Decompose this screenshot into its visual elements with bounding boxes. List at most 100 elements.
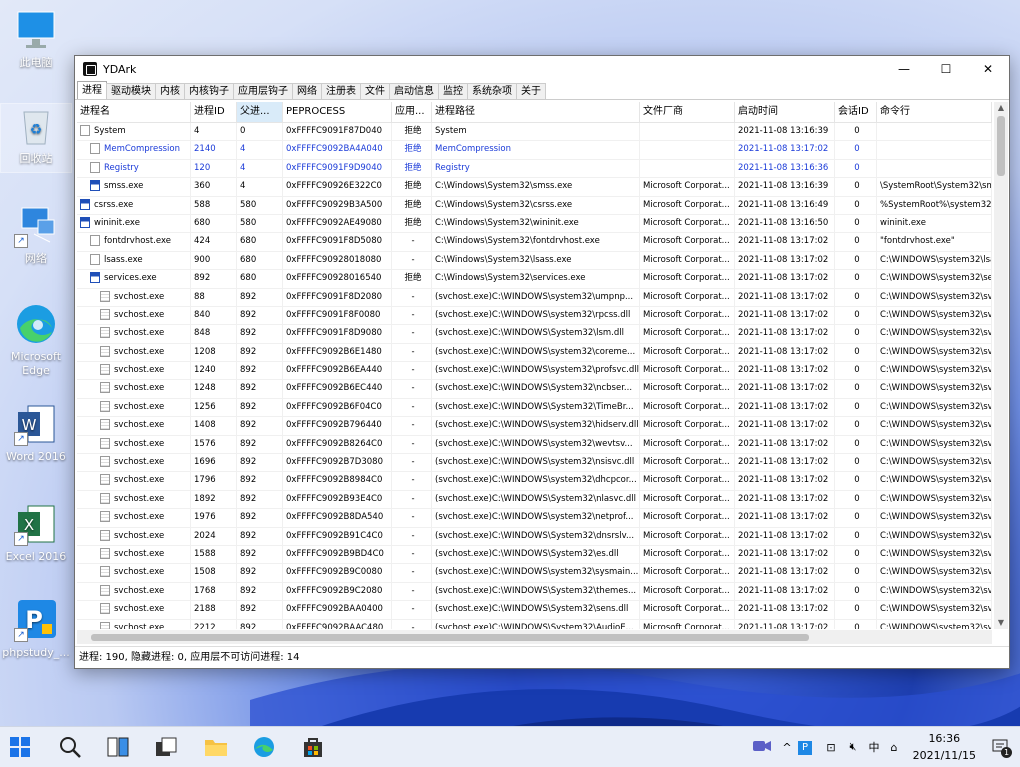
start-button[interactable] — [6, 733, 34, 761]
column-header-4[interactable]: 应用... — [392, 102, 432, 122]
column-header-8[interactable]: 会话ID — [835, 102, 877, 122]
table-row[interactable]: System 4 0 0xFFFFC9091F87D040 拒绝 System 2021-1… — [77, 123, 992, 142]
table-row[interactable]: smss.exe 360 4 0xFFFFC90926E322C0 拒绝 C:\Windo… — [77, 178, 992, 197]
table-row[interactable]: svchost.exe 1892 892 0xFFFFC9092B93E4C0- (sv… — [77, 490, 992, 510]
cell-path: (svchost.exe)C:\WINDOWS\system32\umpnp..… — [432, 288, 640, 306]
table-row[interactable]: lsass.exe 900 680 0xFFFFC90928018080- C:\Win… — [77, 251, 992, 271]
title-bar[interactable]: YDArk — ☐ ✕ — [75, 56, 1009, 82]
process-name: Registry — [104, 162, 139, 173]
column-header-9[interactable]: 命令行 — [877, 102, 992, 122]
network-tray-icon[interactable]: ⊡ — [820, 741, 842, 754]
table-row[interactable]: MemCompression 2140 4 0xFFFFC9092BA4A040 拒绝 M… — [77, 141, 992, 160]
table-row[interactable]: svchost.exe 1696 892 0xFFFFC9092B7D3080- (sv… — [77, 454, 992, 473]
widgets-button[interactable] — [152, 733, 180, 761]
column-header-3[interactable]: PEPROCESS — [283, 102, 392, 122]
column-header-6[interactable]: 文件厂商 — [640, 102, 735, 122]
table-row[interactable]: Registry 120 4 0xFFFFC9091F9D9040 拒绝 Registry… — [77, 159, 992, 179]
column-header-2[interactable]: 父进... — [237, 102, 283, 122]
table-row[interactable]: fontdrvhost.exe 424 680 0xFFFFC9091F8D5080-… — [77, 233, 992, 252]
scroll-up-icon[interactable]: ▲ — [994, 102, 1008, 114]
table-row[interactable]: svchost.exe 1248 892 0xFFFFC9092B6EC440- (sv… — [77, 380, 992, 399]
cell-time: 2021-11-08 13:17:02 — [735, 270, 835, 288]
tab-10[interactable]: 系统杂项 — [467, 83, 517, 99]
cell-app: - — [392, 417, 432, 435]
tab-3[interactable]: 内核钩子 — [184, 83, 234, 99]
notification-button[interactable]: 1 — [992, 738, 1012, 758]
cell-cmd: C:\WINDOWS\system32\svc — [877, 454, 992, 472]
cell-vendor: Microsoft Corporat... — [640, 435, 735, 454]
tab-0[interactable]: 进程 — [77, 81, 107, 99]
table-row[interactable]: services.exe 892 680 0xFFFFC90928016540 拒绝 C:… — [77, 270, 992, 289]
desktop-icon-edge[interactable]: Microsoft Edge — [1, 302, 71, 378]
vertical-scrollbar[interactable]: ▲ ▼ — [994, 102, 1008, 629]
tab-11[interactable]: 关于 — [516, 83, 546, 99]
meet-icon[interactable] — [752, 738, 776, 757]
desktop-icon-word[interactable]: W ↗ Word 2016 — [1, 402, 71, 464]
cell-ppid: 892 — [237, 509, 283, 527]
cell-app: 拒绝 — [392, 141, 432, 159]
desktop-icon-network[interactable]: ↗ 网络 — [1, 204, 71, 266]
table-row[interactable]: svchost.exe 1588 892 0xFFFFC9092B9BD4C0- (sv… — [77, 545, 992, 565]
desktop-icon-computer[interactable]: 此电脑 — [1, 8, 71, 70]
column-header-7[interactable]: 启动时间 — [735, 102, 835, 122]
desktop-icon-phpstudy[interactable]: P ↗ phpstudy_... — [1, 598, 71, 660]
taskbar-clock[interactable]: 16:36 2021/11/15 — [913, 730, 976, 764]
input-method-indicator[interactable]: 中 — [864, 739, 884, 755]
table-row[interactable]: svchost.exe 1976 892 0xFFFFC9092B8DA540- (sv… — [77, 509, 992, 528]
file-explorer-button[interactable] — [202, 733, 230, 761]
maximize-button[interactable]: ☐ — [925, 56, 967, 82]
horizontal-scrollbar[interactable] — [77, 630, 992, 644]
scrollbar-thumb[interactable] — [91, 634, 809, 641]
table-row[interactable]: svchost.exe 2024 892 0xFFFFC9092B91C4C0- (sv… — [77, 527, 992, 546]
cell-cmd: %SystemRoot%\system32\c — [877, 196, 992, 214]
volume-muted-icon[interactable]: 🔇︎ — [842, 740, 864, 754]
cell-cmd: C:\WINDOWS\system32\svc — [877, 619, 992, 629]
store-button[interactable] — [299, 733, 327, 761]
column-header-5[interactable]: 进程路径 — [432, 102, 640, 122]
table-row[interactable]: svchost.exe 1240 892 0xFFFFC9092B6EA440- (sv… — [77, 362, 992, 381]
tray-app-icon[interactable]: P — [798, 740, 820, 755]
tab-4[interactable]: 应用层钩子 — [233, 83, 293, 99]
tab-5[interactable]: 网络 — [292, 83, 322, 99]
table-row[interactable]: svchost.exe 1508 892 0xFFFFC9092B9C0080- (sv… — [77, 564, 992, 583]
table-row[interactable]: svchost.exe 1576 892 0xFFFFC9092B8264C0- (sv… — [77, 435, 992, 455]
column-header-0[interactable]: 进程名 — [77, 102, 191, 122]
table-row[interactable]: svchost.exe 2212 892 0xFFFFC9092BAAC480- (sv… — [77, 619, 992, 629]
table-row[interactable]: svchost.exe 88 892 0xFFFFC9091F8D2080- (svch… — [77, 288, 992, 307]
cell-vendor: Microsoft Corporat... — [640, 564, 735, 582]
cell-eproc: 0xFFFFC9092B6EA440 — [283, 362, 392, 380]
desktop-icon-recycle-bin[interactable]: ♻ 回收站 — [0, 103, 72, 173]
cell-eproc: 0xFFFFC9092B6EC440 — [283, 380, 392, 398]
cell-cmd — [877, 123, 992, 141]
scroll-down-icon[interactable]: ▼ — [994, 617, 1008, 629]
table-row[interactable]: svchost.exe 2188 892 0xFFFFC9092BAA0400- (sv… — [77, 601, 992, 620]
cell-eproc: 0xFFFFC9092AE49080 — [283, 214, 392, 233]
tab-1[interactable]: 驱动模块 — [106, 83, 156, 99]
task-view-button[interactable] — [104, 733, 132, 761]
table-row[interactable]: svchost.exe 1408 892 0xFFFFC9092B796440- (sv… — [77, 417, 992, 436]
process-icon — [100, 621, 110, 629]
table-row[interactable]: svchost.exe 1256 892 0xFFFFC9092B6F04C0- (sv… — [77, 398, 992, 418]
table-row[interactable]: csrss.exe 588 580 0xFFFFC90929B3A500 拒绝 C:\Wi… — [77, 196, 992, 215]
tab-7[interactable]: 文件 — [360, 83, 390, 99]
edge-taskbar-button[interactable] — [250, 733, 278, 761]
column-header-1[interactable]: 进程ID — [191, 102, 237, 122]
desktop-icon-excel[interactable]: X ↗ Excel 2016 — [1, 502, 71, 564]
tab-9[interactable]: 监控 — [438, 83, 468, 99]
table-row[interactable]: svchost.exe 1796 892 0xFFFFC9092B8984C0- (sv… — [77, 472, 992, 491]
table-row[interactable]: svchost.exe 1208 892 0xFFFFC9092B6E1480- (sv… — [77, 343, 992, 363]
close-button[interactable]: ✕ — [967, 56, 1009, 82]
tab-8[interactable]: 启动信息 — [389, 83, 439, 99]
minimize-button[interactable]: — — [883, 56, 925, 82]
table-row[interactable]: svchost.exe 1768 892 0xFFFFC9092B9C2080- (sv… — [77, 582, 992, 602]
tray-overflow-icon[interactable]: ^ — [776, 741, 798, 754]
process-name: svchost.exe — [114, 512, 165, 523]
search-button[interactable] — [56, 733, 84, 761]
scrollbar-thumb[interactable] — [997, 116, 1005, 176]
table-row[interactable]: wininit.exe 680 580 0xFFFFC9092AE49080 拒绝 C:\… — [77, 214, 992, 234]
tab-2[interactable]: 内核 — [155, 83, 185, 99]
table-row[interactable]: svchost.exe 848 892 0xFFFFC9091F8D9080- (svc… — [77, 325, 992, 344]
input-mode-icon[interactable]: ⌂ — [884, 741, 904, 754]
tab-6[interactable]: 注册表 — [321, 83, 361, 99]
table-row[interactable]: svchost.exe 840 892 0xFFFFC9091F8F0080- (svc… — [77, 306, 992, 326]
